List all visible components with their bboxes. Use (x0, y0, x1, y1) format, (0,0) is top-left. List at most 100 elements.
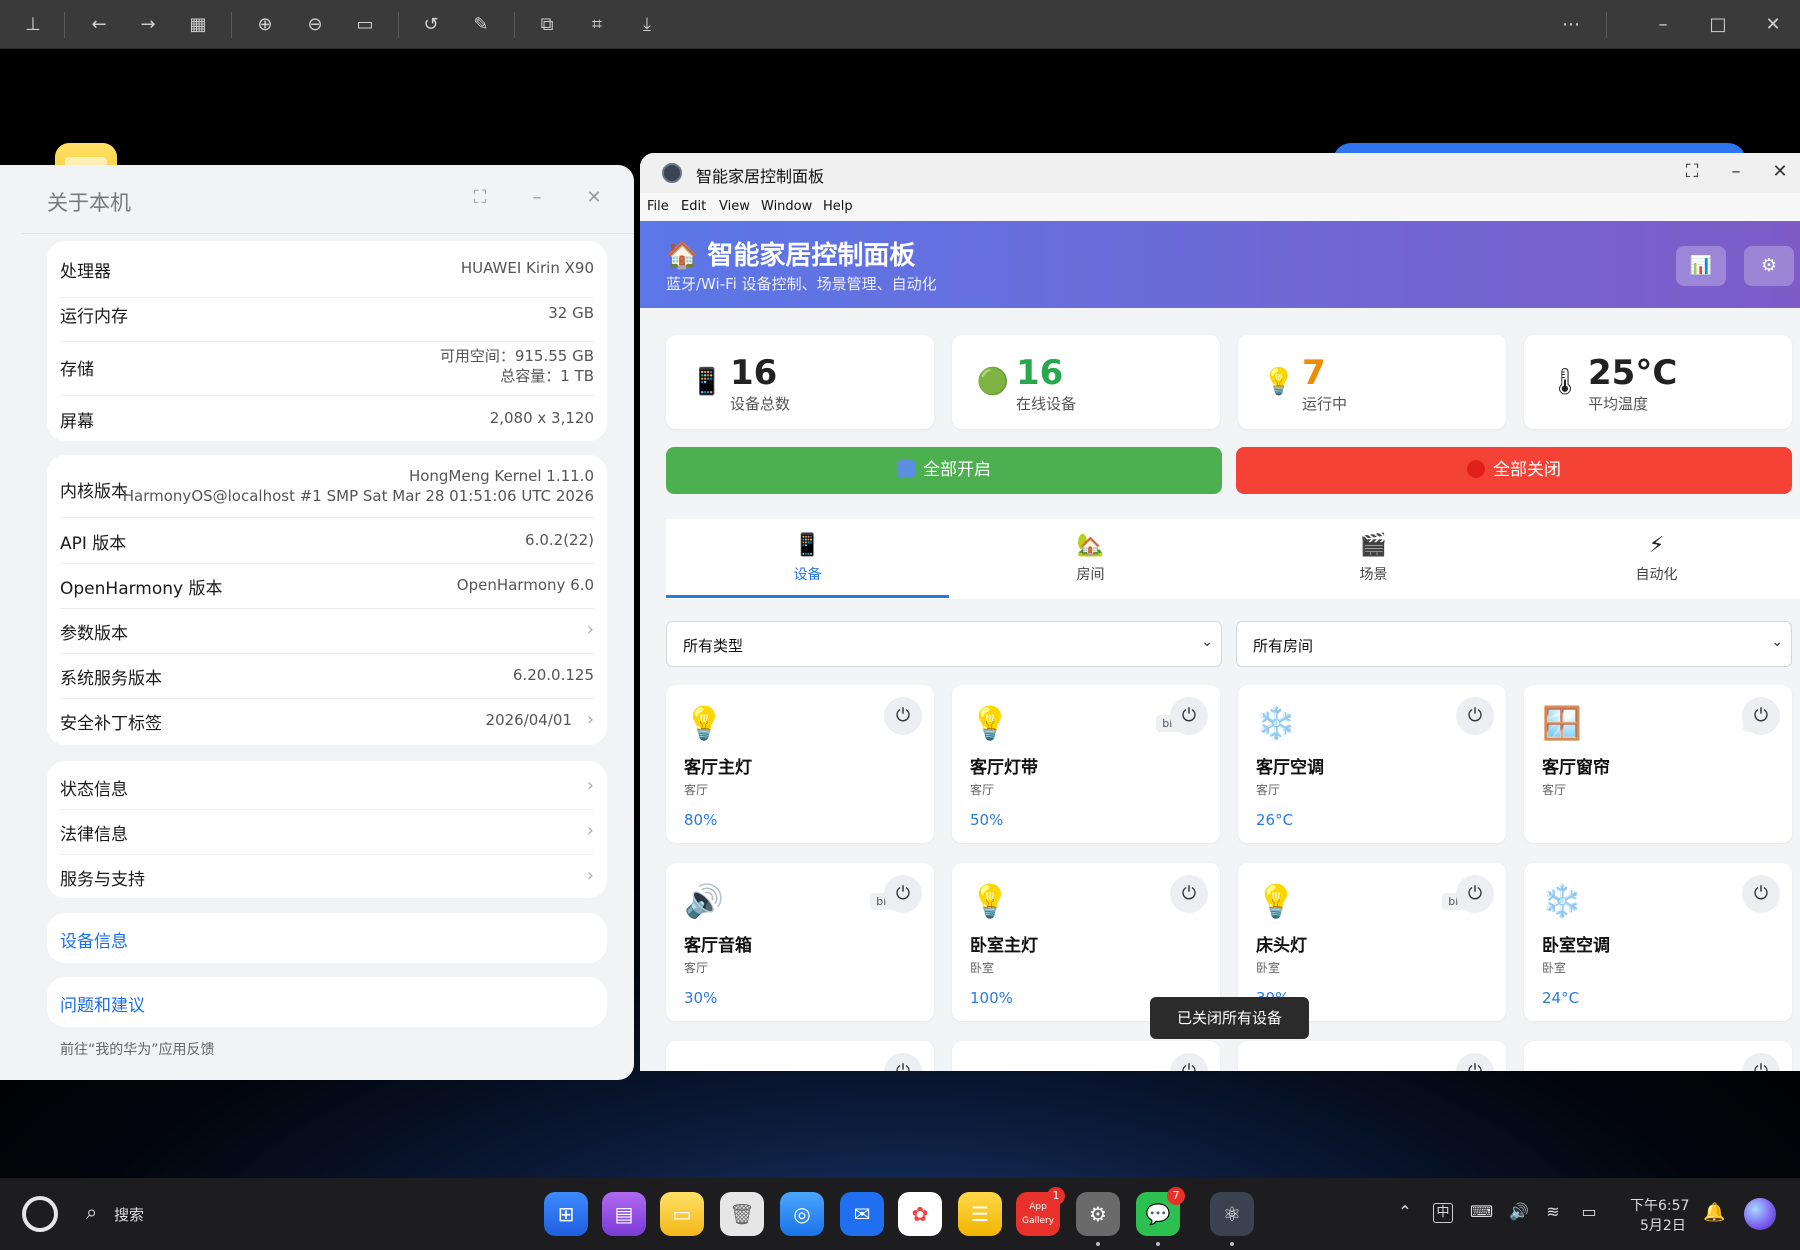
forward-arrow-icon[interactable]: → (135, 12, 161, 38)
stat-card-temperature: 🌡 25°C 平均温度 (1524, 335, 1792, 429)
fullscreen-icon[interactable]: ⛶ (1680, 161, 1704, 182)
tab-rooms[interactable]: 🏡 房间 (949, 519, 1232, 599)
close-icon[interactable]: ✕ (1768, 161, 1792, 182)
menu-help[interactable]: Help (823, 199, 853, 214)
bell-icon[interactable]: 🔔 (1703, 1202, 1725, 1223)
convert-icon[interactable]: ⧉ (534, 12, 560, 38)
power-button[interactable]: ⏻ (1742, 875, 1780, 913)
power-button[interactable]: ⏻ (884, 875, 922, 913)
browser-icon[interactable]: ◎ (780, 1192, 824, 1236)
minimize-icon[interactable]: – (1724, 161, 1748, 182)
tab-scenes[interactable]: 🎬 场景 (1232, 519, 1515, 599)
power-button[interactable]: ⏻ (1456, 697, 1494, 735)
appgallery-icon[interactable]: App Gallery 1 (1016, 1187, 1065, 1236)
tab-label: 设备 (793, 567, 822, 583)
wifi-icon[interactable]: ≋ (1542, 1202, 1564, 1221)
search-label[interactable]: 搜索 (114, 1204, 144, 1225)
list-item-legal[interactable]: 法律信息 › (60, 820, 594, 845)
menu-view[interactable]: View (719, 199, 750, 214)
device-card[interactable]: ⏻ (666, 1041, 934, 1071)
menu-window[interactable]: Window (761, 199, 812, 214)
info-row-security-patch[interactable]: 安全补丁标签 2026/04/01 › (60, 709, 594, 734)
power-button[interactable]: ⏻ (1456, 1053, 1494, 1071)
device-card[interactable]: ❄️ 客厅空调 客厅 26°C ⏻ (1238, 685, 1506, 843)
assistant-icon[interactable] (1744, 1198, 1776, 1230)
minimize-icon[interactable]: – (525, 187, 549, 208)
device-room: 客厅 (1542, 783, 1567, 797)
list-item-status[interactable]: 状态信息 › (60, 775, 594, 800)
minimize-icon[interactable]: – (1650, 12, 1676, 38)
device-card[interactable]: 💡 客厅主灯 客厅 80% ⏻ (666, 685, 934, 843)
tab-automation[interactable]: ⚡ 自动化 (1515, 519, 1798, 599)
device-card[interactable]: ❄️ 卧室空调 卧室 24°C ⏻ (1524, 863, 1792, 1021)
device-card[interactable]: 🪟 客厅窗帘 客厅 zi ⏻ (1524, 685, 1792, 843)
feedback-card[interactable]: 问题和建议 (47, 977, 607, 1027)
chevron-up-icon[interactable]: ⌃ (1394, 1202, 1416, 1221)
list-item-service-support[interactable]: 服务与支持 › (60, 865, 594, 890)
wechat-icon[interactable]: 💬 7 (1136, 1187, 1185, 1236)
volume-icon[interactable]: 🔊 (1508, 1202, 1530, 1221)
close-icon[interactable]: ✕ (1760, 12, 1786, 38)
device-info-link[interactable]: 设备信息 (60, 927, 594, 952)
all-on-button[interactable]: 全部开启 (666, 447, 1222, 494)
device-card[interactable]: ⏻ (1238, 1041, 1506, 1071)
power-button[interactable]: ⏻ (884, 697, 922, 735)
row-label: 法律信息 (60, 825, 128, 845)
power-button[interactable]: ⏻ (1456, 875, 1494, 913)
start-button[interactable] (22, 1196, 58, 1232)
device-info-card[interactable]: 设备信息 (47, 913, 607, 963)
clock-time[interactable]: 下午6:57 (1630, 1195, 1689, 1215)
clock-date[interactable]: 5月2日 (1640, 1215, 1686, 1235)
rotate-icon[interactable]: ↺ (418, 12, 444, 38)
power-button[interactable]: ⏻ (1742, 1053, 1780, 1071)
window-title: 智能家居控制面板 (696, 167, 825, 186)
zoom-out-icon[interactable]: ⊖ (302, 12, 328, 38)
grid-view-icon[interactable]: ▦ (185, 12, 211, 38)
stats-button[interactable]: 📊 (1676, 246, 1726, 286)
settings-icon[interactable]: ⚙ (1076, 1192, 1120, 1236)
fullscreen-icon[interactable]: ⛶ (468, 187, 492, 208)
trash-icon[interactable]: 🗑 (720, 1192, 764, 1236)
power-button[interactable]: ⏻ (1170, 875, 1208, 913)
power-button[interactable]: ⏻ (884, 1053, 922, 1071)
device-card[interactable]: 💡 客厅灯带 客厅 50% blue ⏻ (952, 685, 1220, 843)
battery-icon[interactable]: ▭ (1578, 1202, 1600, 1221)
power-button[interactable]: ⏻ (1170, 697, 1208, 735)
multitask-icon[interactable]: ▤ (602, 1192, 646, 1236)
close-icon[interactable]: ✕ (582, 187, 606, 208)
mail-icon[interactable]: ✉ (840, 1192, 884, 1236)
toolbar-divider (1606, 12, 1607, 38)
zoom-in-icon[interactable]: ⊕ (252, 12, 278, 38)
menu-file[interactable]: File (647, 199, 669, 214)
crop-icon[interactable]: ⌗ (584, 12, 610, 38)
photos-icon[interactable]: ✿ (898, 1192, 942, 1236)
clipboard-icon[interactable]: ⌨ (1470, 1202, 1493, 1221)
ime-indicator[interactable]: 中 (1433, 1203, 1453, 1223)
feedback-link[interactable]: 问题和建议 (60, 991, 594, 1016)
download-icon[interactable]: ⤓ (634, 12, 660, 38)
all-off-button[interactable]: 全部关闭 (1236, 447, 1792, 494)
device-card[interactable]: ⏻ (952, 1041, 1220, 1071)
tab-devices[interactable]: 📱 设备 (666, 519, 949, 599)
device-card[interactable]: ⏻ (1524, 1041, 1792, 1071)
smart-home-app-icon[interactable]: ⚛ (1210, 1192, 1254, 1236)
room-filter-select[interactable]: 所有房间 ⌄ (1236, 621, 1792, 667)
notes-icon[interactable]: ☰ (958, 1192, 1002, 1236)
power-button[interactable]: ⏻ (1170, 1053, 1208, 1071)
files-icon[interactable]: ▭ (660, 1192, 704, 1236)
pin-icon[interactable]: ⊥ (20, 12, 46, 38)
edit-icon[interactable]: ✎ (468, 12, 494, 38)
app-launcher-icon[interactable]: ⊞ (544, 1192, 588, 1236)
settings-button[interactable]: ⚙ (1744, 246, 1794, 286)
device-name: 客厅空调 (1256, 758, 1324, 778)
search-icon[interactable]: ⌕ (86, 1200, 97, 1224)
back-arrow-icon[interactable]: ← (86, 12, 112, 38)
device-card[interactable]: 🔊 客厅音箱 客厅 30% blue ⏻ (666, 863, 934, 1021)
maximize-icon[interactable]: □ (1705, 12, 1731, 38)
info-row-param-version[interactable]: 参数版本 › (60, 619, 594, 644)
power-button[interactable]: ⏻ (1742, 697, 1780, 735)
fit-size-icon[interactable]: ▭ (352, 12, 378, 38)
more-icon[interactable]: ⋯ (1558, 12, 1584, 38)
menu-edit[interactable]: Edit (681, 199, 706, 214)
type-filter-select[interactable]: 所有类型 ⌄ (666, 621, 1222, 667)
